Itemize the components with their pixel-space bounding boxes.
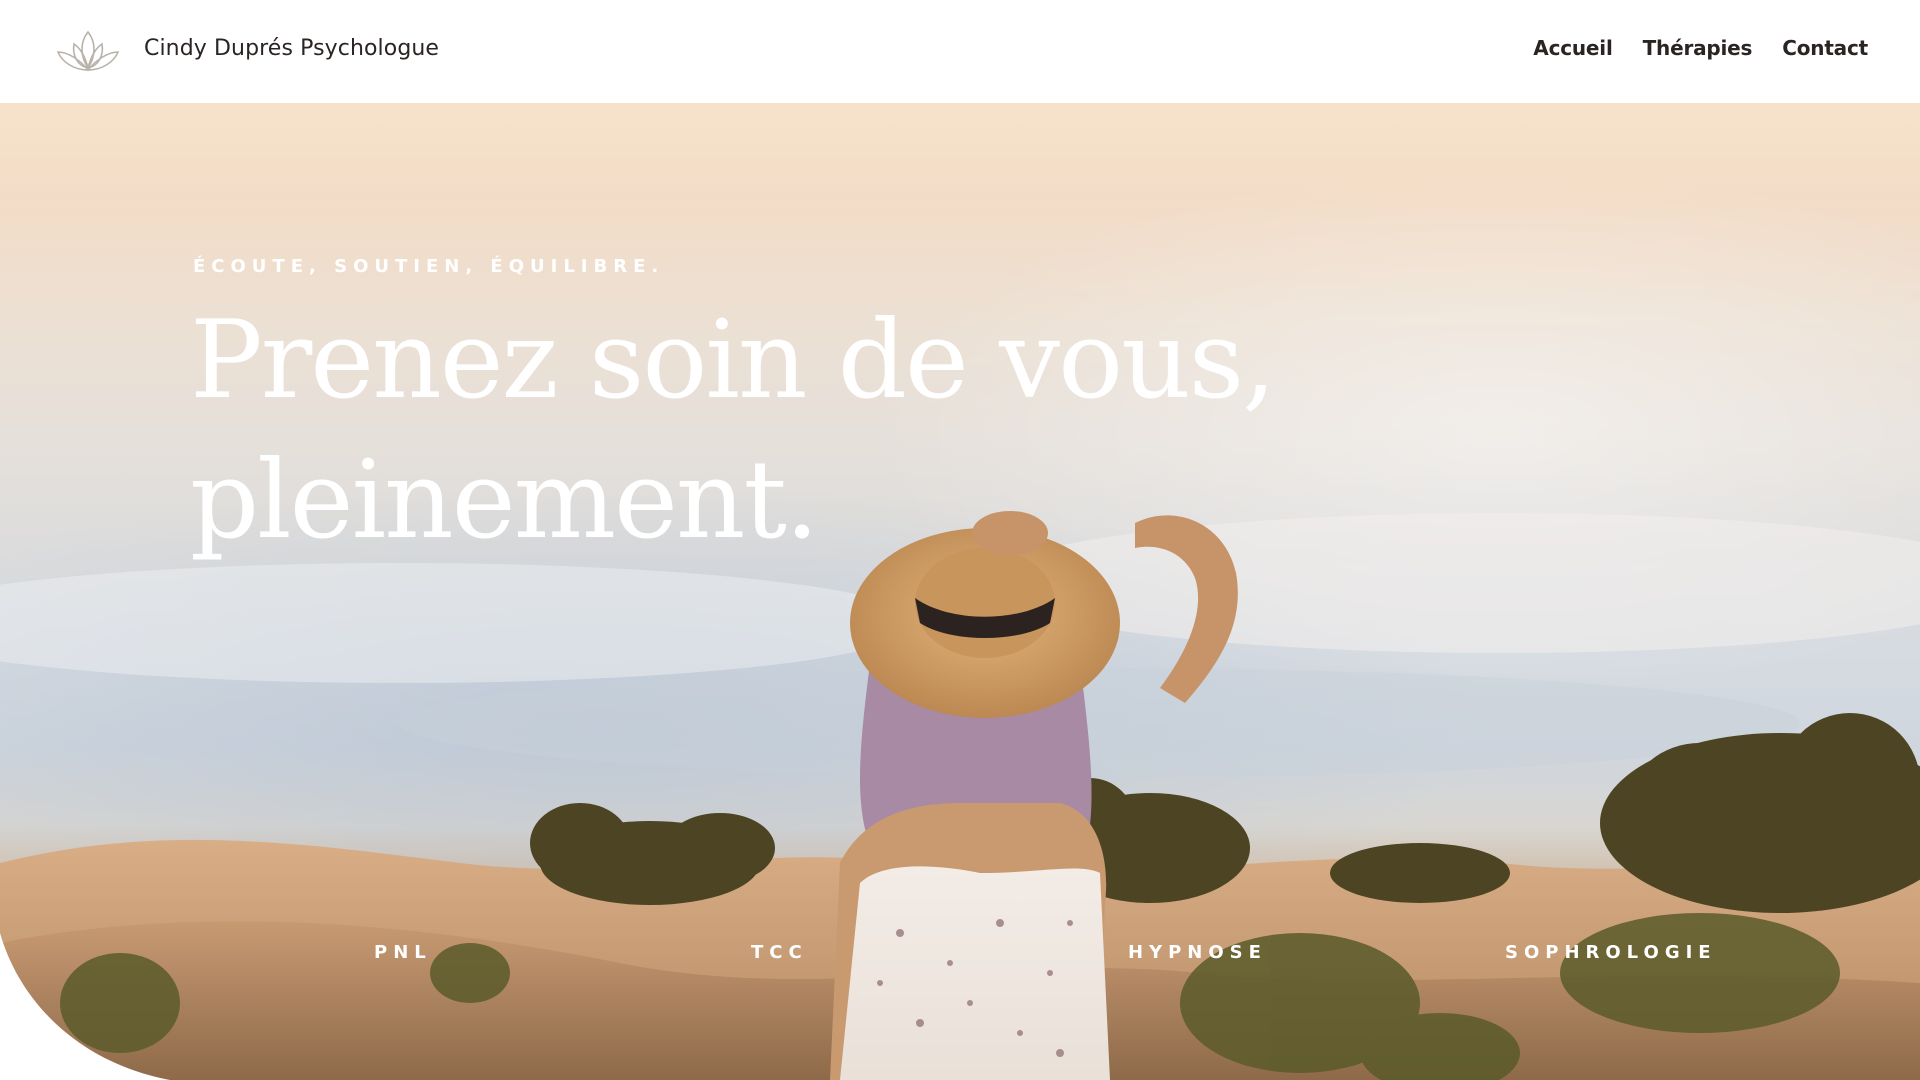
nav-link-accueil[interactable]: Accueil — [1533, 36, 1613, 60]
therapy-link-hypnose[interactable]: HYPNOSE — [1128, 942, 1267, 963]
site-title[interactable]: Cindy Duprés Psychologue — [144, 36, 439, 61]
main-nav: Accueil Thérapies Contact — [1533, 36, 1868, 60]
nav-link-therapies[interactable]: Thérapies — [1643, 36, 1753, 60]
site-header: Cindy Duprés Psychologue Accueil Thérapi… — [0, 0, 1920, 103]
hero-background-image — [0, 511, 1920, 1080]
therapy-link-pnl[interactable]: PNL — [374, 942, 432, 963]
hero-headline: Prenez soin de vous, pleinement. — [190, 291, 1390, 571]
hero-headline-line-1: Prenez soin de vous, — [190, 298, 1277, 423]
lotus-icon[interactable] — [52, 26, 124, 76]
hero-headline-line-2: pleinement. — [190, 438, 819, 563]
therapy-link-tcc[interactable]: TCC — [751, 942, 808, 963]
hero-tagline: ÉCOUTE, SOUTIEN, ÉQUILIBRE. — [193, 256, 665, 277]
hero-section: ÉCOUTE, SOUTIEN, ÉQUILIBRE. Prenez soin … — [0, 103, 1920, 1080]
therapies-links: PNL TCC HYPNOSE SOPHROLOGIE — [0, 942, 1920, 972]
nav-link-contact[interactable]: Contact — [1782, 36, 1868, 60]
therapy-link-sophrologie[interactable]: SOPHROLOGIE — [1505, 942, 1717, 963]
